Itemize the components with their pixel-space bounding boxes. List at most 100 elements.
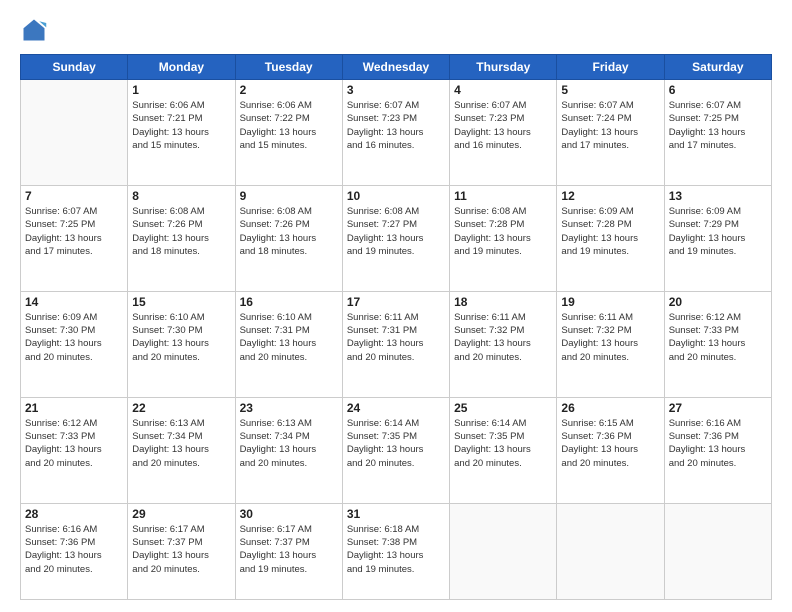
day-info: Sunrise: 6:06 AM Sunset: 7:22 PM Dayligh…: [240, 99, 338, 152]
day-info: Sunrise: 6:07 AM Sunset: 7:25 PM Dayligh…: [25, 205, 123, 258]
calendar-cell: 2Sunrise: 6:06 AM Sunset: 7:22 PM Daylig…: [235, 80, 342, 186]
day-info: Sunrise: 6:08 AM Sunset: 7:26 PM Dayligh…: [240, 205, 338, 258]
day-info: Sunrise: 6:09 AM Sunset: 7:30 PM Dayligh…: [25, 311, 123, 364]
day-info: Sunrise: 6:12 AM Sunset: 7:33 PM Dayligh…: [25, 417, 123, 470]
day-info: Sunrise: 6:16 AM Sunset: 7:36 PM Dayligh…: [669, 417, 767, 470]
calendar-cell: 27 Sunrise: 6:16 AM Sunset: 7:36 PM Dayli…: [664, 397, 771, 503]
calendar-cell: 11 Sunrise: 6:08 AM Sunset: 7:28 PM Dayli…: [450, 185, 557, 291]
logo-icon: [20, 16, 48, 44]
day-number: 5: [561, 83, 659, 97]
day-info: Sunrise: 6:08 AM Sunset: 7:28 PM Dayligh…: [454, 205, 552, 258]
day-info: Sunrise: 6:15 AM Sunset: 7:36 PM Dayligh…: [561, 417, 659, 470]
calendar-cell: 28Sunrise: 6:16 AM Sunset: 7:36 PM Dayli…: [21, 503, 128, 599]
calendar-cell: 3 Sunrise: 6:07 AM Sunset: 7:23 PM Daylig…: [342, 80, 449, 186]
day-number: 22: [132, 401, 230, 415]
calendar-cell: 10Sunrise: 6:08 AM Sunset: 7:27 PM Dayli…: [342, 185, 449, 291]
day-info: Sunrise: 6:10 AM Sunset: 7:30 PM Dayligh…: [132, 311, 230, 364]
day-number: 11: [454, 189, 552, 203]
day-info: Sunrise: 6:11 AM Sunset: 7:31 PM Dayligh…: [347, 311, 445, 364]
calendar-cell: 7 Sunrise: 6:07 AM Sunset: 7:25 PM Daylig…: [21, 185, 128, 291]
calendar-cell: [21, 80, 128, 186]
day-number: 13: [669, 189, 767, 203]
calendar-cell: 17 Sunrise: 6:11 AM Sunset: 7:31 PM Dayli…: [342, 291, 449, 397]
calendar-cell: 13 Sunrise: 6:09 AM Sunset: 7:29 PM Dayli…: [664, 185, 771, 291]
calendar-cell: 8Sunrise: 6:08 AM Sunset: 7:26 PM Daylig…: [128, 185, 235, 291]
calendar-cell: 24Sunrise: 6:14 AM Sunset: 7:35 PM Dayli…: [342, 397, 449, 503]
day-number: 27: [669, 401, 767, 415]
day-info: Sunrise: 6:12 AM Sunset: 7:33 PM Dayligh…: [669, 311, 767, 364]
day-number: 10: [347, 189, 445, 203]
day-info: Sunrise: 6:09 AM Sunset: 7:28 PM Dayligh…: [561, 205, 659, 258]
logo: [20, 16, 52, 44]
calendar-cell: 21 Sunrise: 6:12 AM Sunset: 7:33 PM Dayli…: [21, 397, 128, 503]
calendar-cell: [450, 503, 557, 599]
calendar-cell: 31 Sunrise: 6:18 AM Sunset: 7:38 PM Dayli…: [342, 503, 449, 599]
day-number: 7: [25, 189, 123, 203]
weekday-header-saturday: Saturday: [664, 55, 771, 80]
calendar-cell: 29 Sunrise: 6:17 AM Sunset: 7:37 PM Dayli…: [128, 503, 235, 599]
calendar-week-2: 7 Sunrise: 6:07 AM Sunset: 7:25 PM Daylig…: [21, 185, 772, 291]
day-info: Sunrise: 6:18 AM Sunset: 7:38 PM Dayligh…: [347, 523, 445, 576]
day-number: 17: [347, 295, 445, 309]
calendar-cell: 23 Sunrise: 6:13 AM Sunset: 7:34 PM Dayli…: [235, 397, 342, 503]
day-number: 21: [25, 401, 123, 415]
calendar-cell: 5 Sunrise: 6:07 AM Sunset: 7:24 PM Daylig…: [557, 80, 664, 186]
calendar-week-5: 28Sunrise: 6:16 AM Sunset: 7:36 PM Dayli…: [21, 503, 772, 599]
calendar-cell: 14Sunrise: 6:09 AM Sunset: 7:30 PM Dayli…: [21, 291, 128, 397]
day-number: 29: [132, 507, 230, 521]
calendar-cell: 19 Sunrise: 6:11 AM Sunset: 7:32 PM Dayli…: [557, 291, 664, 397]
page: SundayMondayTuesdayWednesdayThursdayFrid…: [0, 0, 792, 612]
day-number: 20: [669, 295, 767, 309]
calendar-cell: 6Sunrise: 6:07 AM Sunset: 7:25 PM Daylig…: [664, 80, 771, 186]
day-info: Sunrise: 6:14 AM Sunset: 7:35 PM Dayligh…: [347, 417, 445, 470]
day-info: Sunrise: 6:17 AM Sunset: 7:37 PM Dayligh…: [132, 523, 230, 576]
day-info: Sunrise: 6:07 AM Sunset: 7:23 PM Dayligh…: [454, 99, 552, 152]
weekday-header-thursday: Thursday: [450, 55, 557, 80]
calendar-cell: [557, 503, 664, 599]
weekday-header-sunday: Sunday: [21, 55, 128, 80]
weekday-header-monday: Monday: [128, 55, 235, 80]
day-info: Sunrise: 6:06 AM Sunset: 7:21 PM Dayligh…: [132, 99, 230, 152]
day-number: 26: [561, 401, 659, 415]
day-number: 25: [454, 401, 552, 415]
day-number: 16: [240, 295, 338, 309]
day-number: 18: [454, 295, 552, 309]
day-info: Sunrise: 6:09 AM Sunset: 7:29 PM Dayligh…: [669, 205, 767, 258]
day-number: 6: [669, 83, 767, 97]
calendar-week-3: 14Sunrise: 6:09 AM Sunset: 7:30 PM Dayli…: [21, 291, 772, 397]
day-info: Sunrise: 6:11 AM Sunset: 7:32 PM Dayligh…: [454, 311, 552, 364]
day-number: 30: [240, 507, 338, 521]
day-number: 9: [240, 189, 338, 203]
day-info: Sunrise: 6:07 AM Sunset: 7:24 PM Dayligh…: [561, 99, 659, 152]
day-info: Sunrise: 6:14 AM Sunset: 7:35 PM Dayligh…: [454, 417, 552, 470]
calendar-cell: 22Sunrise: 6:13 AM Sunset: 7:34 PM Dayli…: [128, 397, 235, 503]
calendar-week-1: 1 Sunrise: 6:06 AM Sunset: 7:21 PM Daylig…: [21, 80, 772, 186]
calendar-cell: 12Sunrise: 6:09 AM Sunset: 7:28 PM Dayli…: [557, 185, 664, 291]
day-number: 4: [454, 83, 552, 97]
day-number: 1: [132, 83, 230, 97]
day-number: 31: [347, 507, 445, 521]
day-number: 19: [561, 295, 659, 309]
day-info: Sunrise: 6:07 AM Sunset: 7:23 PM Dayligh…: [347, 99, 445, 152]
day-number: 15: [132, 295, 230, 309]
day-number: 8: [132, 189, 230, 203]
day-number: 3: [347, 83, 445, 97]
weekday-header-friday: Friday: [557, 55, 664, 80]
calendar-cell: 20 Sunrise: 6:12 AM Sunset: 7:33 PM Dayli…: [664, 291, 771, 397]
day-info: Sunrise: 6:10 AM Sunset: 7:31 PM Dayligh…: [240, 311, 338, 364]
calendar-cell: 16 Sunrise: 6:10 AM Sunset: 7:31 PM Dayli…: [235, 291, 342, 397]
header: [20, 16, 772, 44]
weekday-header-row: SundayMondayTuesdayWednesdayThursdayFrid…: [21, 55, 772, 80]
day-info: Sunrise: 6:17 AM Sunset: 7:37 PM Dayligh…: [240, 523, 338, 576]
calendar-cell: 1 Sunrise: 6:06 AM Sunset: 7:21 PM Daylig…: [128, 80, 235, 186]
day-info: Sunrise: 6:13 AM Sunset: 7:34 PM Dayligh…: [240, 417, 338, 470]
calendar-cell: [664, 503, 771, 599]
calendar-cell: 25 Sunrise: 6:14 AM Sunset: 7:35 PM Dayli…: [450, 397, 557, 503]
weekday-header-wednesday: Wednesday: [342, 55, 449, 80]
calendar-week-4: 21 Sunrise: 6:12 AM Sunset: 7:33 PM Dayli…: [21, 397, 772, 503]
day-info: Sunrise: 6:11 AM Sunset: 7:32 PM Dayligh…: [561, 311, 659, 364]
calendar-cell: 9 Sunrise: 6:08 AM Sunset: 7:26 PM Daylig…: [235, 185, 342, 291]
day-number: 23: [240, 401, 338, 415]
calendar-cell: 4 Sunrise: 6:07 AM Sunset: 7:23 PM Daylig…: [450, 80, 557, 186]
calendar-cell: 30 Sunrise: 6:17 AM Sunset: 7:37 PM Dayli…: [235, 503, 342, 599]
